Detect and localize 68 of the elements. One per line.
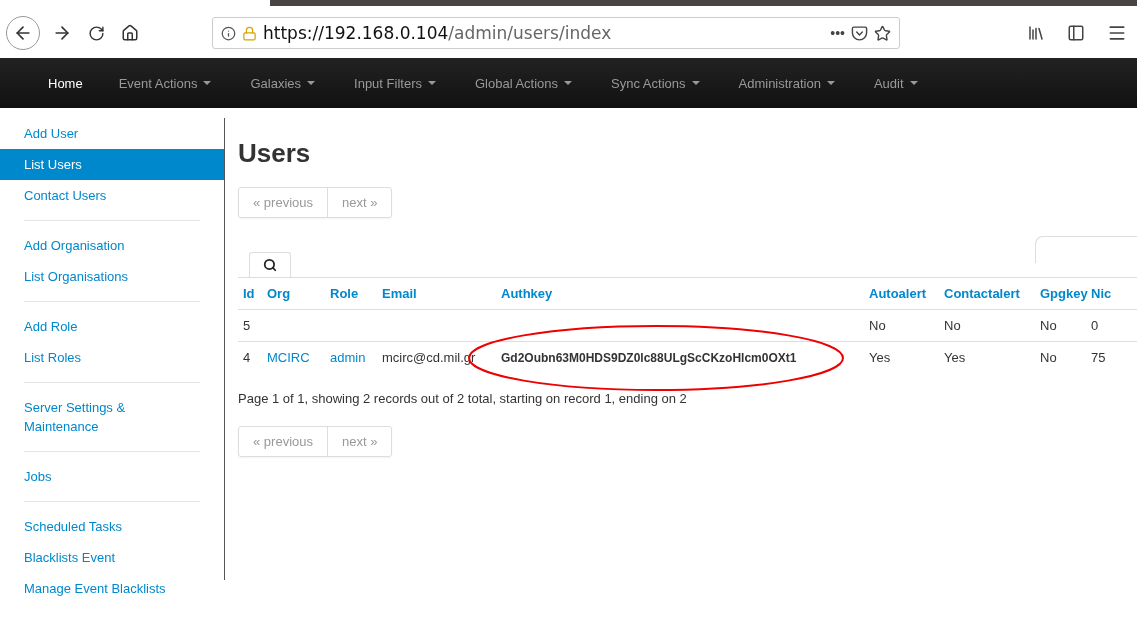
sidebar-item[interactable]: Manage Event Blacklists — [0, 573, 224, 604]
lock-icon — [242, 25, 257, 41]
sidebar-item[interactable]: Contact Users — [0, 180, 224, 211]
page-title: Users — [238, 138, 312, 169]
column-header[interactable]: Autoalert — [864, 277, 939, 310]
sidebar-item[interactable]: Jobs — [0, 461, 224, 492]
column-header[interactable]: Gpgkey — [1035, 277, 1086, 310]
table-cell: 5 — [243, 318, 251, 333]
sidebar-item[interactable]: List Roles — [0, 342, 224, 373]
info-icon — [221, 25, 236, 41]
caret-icon — [307, 81, 316, 85]
nav-menu-item[interactable]: Administration — [738, 75, 835, 91]
sidebar-item[interactable]: Server Settings & Maintenance — [0, 392, 224, 442]
table-cell: 4 — [243, 350, 251, 365]
nav-menu-item[interactable]: Event Actions — [118, 75, 212, 91]
column-header[interactable]: Role — [325, 277, 377, 310]
table-link[interactable]: admin — [330, 350, 366, 365]
next-link[interactable]: next » — [327, 188, 392, 217]
previous-link[interactable]: « previous — [239, 188, 327, 217]
address-bar[interactable]: https://192.168.0.104/admin/users/index ••• — [212, 17, 900, 49]
table-cell: No — [944, 318, 961, 333]
pocket-icon[interactable] — [851, 24, 868, 42]
nav-menu-item[interactable]: Galaxies — [250, 75, 316, 91]
bookmark-star-icon[interactable] — [874, 24, 891, 42]
pagination-summary: Page 1 of 1, showing 2 records out of 2 total, starting on record 1, ending on 2 — [238, 391, 688, 406]
caret-icon — [203, 81, 212, 85]
nav-menu-item[interactable]: Global Actions — [474, 75, 573, 91]
table-cell: Yes — [944, 350, 966, 365]
nav-menu-item[interactable]: Input Filters — [354, 75, 436, 91]
sidebar-icon[interactable] — [1067, 24, 1085, 42]
nav-menu-item[interactable]: Sync Actions — [611, 75, 700, 91]
sidebar-item[interactable]: List Users — [0, 149, 224, 180]
page-actions-button[interactable]: ••• — [830, 25, 845, 41]
url-text: https://192.168.0.104/admin/users/index — [263, 23, 613, 43]
table-cell: Yes — [869, 350, 891, 365]
nav-menu-item[interactable]: Audit — [873, 75, 918, 91]
sidebar-item[interactable]: Blacklists Event — [0, 542, 224, 573]
sidebar-item[interactable]: Add Role — [0, 311, 224, 342]
library-icon[interactable] — [1027, 24, 1045, 42]
sidebar-item[interactable]: Add Organisation — [0, 230, 224, 261]
table-cell: No — [1040, 350, 1057, 365]
column-header[interactable]: Org — [262, 277, 325, 310]
sidebar-item[interactable]: List Organisations — [0, 261, 224, 292]
caret-icon — [691, 81, 700, 85]
sidebar-item[interactable]: Add User — [0, 118, 224, 149]
table-cell: No — [869, 318, 886, 333]
table-cell: No — [1040, 318, 1057, 333]
next-link[interactable]: next » — [327, 427, 392, 456]
caret-icon — [564, 81, 573, 85]
table-cell: 0 — [1091, 318, 1099, 333]
reload-icon — [87, 24, 105, 42]
column-header[interactable]: Contactalert — [939, 277, 1035, 310]
table-cell: Gd2Oubn63M0HDS9DZ0lc88ULgScCKzoHlcm0OXt1 — [501, 350, 797, 365]
column-header[interactable]: Authkey — [496, 277, 864, 310]
table-link[interactable]: MCIRC — [267, 350, 310, 365]
nav-menu-item[interactable]: Home — [48, 75, 83, 91]
home-icon — [121, 24, 139, 42]
previous-link[interactable]: « previous — [239, 427, 327, 456]
menu-icon[interactable] — [1107, 23, 1127, 43]
caret-icon — [909, 81, 918, 85]
caret-icon — [427, 81, 436, 85]
search-tab[interactable] — [249, 252, 291, 277]
search-icon — [263, 258, 277, 272]
caret-icon — [826, 81, 835, 85]
column-header[interactable]: Id — [238, 277, 262, 310]
column-header[interactable]: Email — [377, 277, 496, 310]
table-cell: 75 — [1091, 350, 1106, 365]
sidebar-item[interactable]: Scheduled Tasks — [0, 511, 224, 542]
